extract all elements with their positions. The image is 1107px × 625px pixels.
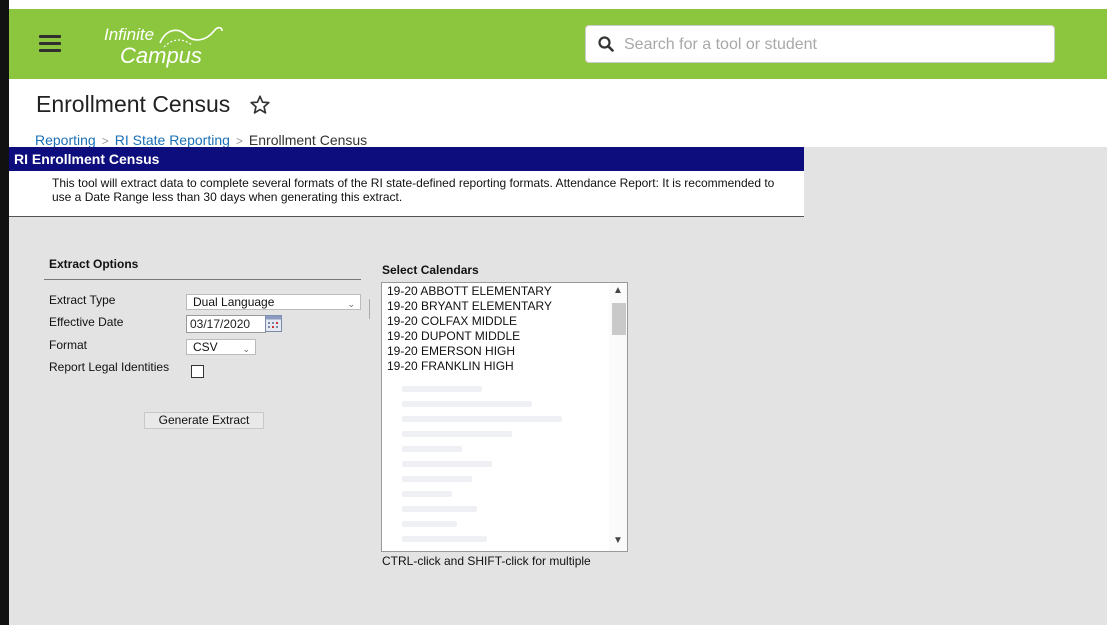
page-title: Enrollment Census <box>36 91 231 117</box>
favorite-star-icon[interactable] <box>249 94 271 116</box>
search-icon <box>598 36 614 52</box>
chevron-down-icon[interactable]: ▼ <box>613 535 623 546</box>
logo-swoosh-icon <box>159 26 223 48</box>
page-header: Enrollment Census Reporting > RI State Rep… <box>9 79 1107 148</box>
format-label: Format <box>49 338 88 352</box>
blurred-list-item <box>402 536 487 542</box>
report-legal-identities-checkbox[interactable] <box>191 365 204 378</box>
chevron-up-icon[interactable]: ▲ <box>613 285 623 296</box>
breadcrumb-ri-state-reporting[interactable]: RI State Reporting <box>115 132 230 148</box>
effective-date-label: Effective Date <box>49 315 124 329</box>
tool-description: This tool will extract data to complete … <box>52 176 775 204</box>
logo-line1: Infinite <box>104 25 155 44</box>
search-input[interactable] <box>622 32 1046 58</box>
extract-options-title: Extract Options <box>49 257 139 271</box>
divider <box>44 279 361 280</box>
list-item[interactable]: 19-20 COLFAX MIDDLE <box>387 314 517 328</box>
window-left-edge <box>0 0 9 625</box>
blurred-list-item <box>402 461 492 467</box>
tool-header: RI Enrollment Census <box>9 147 804 171</box>
list-item[interactable]: 19-20 BRYANT ELEMENTARY <box>387 299 552 313</box>
tool-panel: RI Enrollment Census This tool will extr… <box>9 147 804 217</box>
effective-date-input[interactable]: 03/17/2020 <box>186 315 266 333</box>
generate-extract-button[interactable]: Generate Extract <box>144 412 264 429</box>
calendar-icon[interactable] <box>265 315 282 332</box>
extract-type-select[interactable]: Dual Language ⌄ <box>186 294 361 310</box>
breadcrumb-separator-icon: > <box>101 134 109 148</box>
breadcrumb-current: Enrollment Census <box>248 132 368 148</box>
list-item[interactable]: 19-20 DUPONT MIDDLE <box>387 329 520 343</box>
blurred-list-item <box>402 506 477 512</box>
extract-type-value: Dual Language <box>193 295 275 309</box>
report-legal-identities-label: Report Legal Identities <box>49 360 170 374</box>
tool-area: RI Enrollment Census This tool will extr… <box>9 147 1107 625</box>
list-item[interactable]: 19-20 EMERSON HIGH <box>387 344 515 358</box>
chevron-down-icon: ⌄ <box>347 299 355 309</box>
scrollbar[interactable]: ▲ ▼ <box>609 283 627 551</box>
blurred-list-item <box>402 446 462 452</box>
blurred-list-item <box>402 521 457 527</box>
extract-type-label: Extract Type <box>49 293 116 307</box>
blurred-list-item <box>402 476 472 482</box>
blurred-list-item <box>402 416 562 422</box>
format-value: CSV <box>193 340 218 354</box>
format-select[interactable]: CSV ⌄ <box>186 339 256 355</box>
top-bar: Infinite Campus <box>9 9 1107 79</box>
app: Infinite Campus Enrollment Census Report… <box>9 9 1107 625</box>
list-item[interactable]: 19-20 FRANKLIN HIGH <box>387 359 514 373</box>
blurred-list-item <box>402 401 532 407</box>
scrollbar-thumb[interactable] <box>612 303 626 335</box>
breadcrumb-separator-icon: > <box>235 134 243 148</box>
breadcrumb: Reporting > RI State Reporting > Enrollment … <box>35 132 367 148</box>
breadcrumb-reporting[interactable]: Reporting <box>35 132 96 148</box>
logo[interactable]: Infinite Campus <box>104 21 234 71</box>
window-top-edge <box>0 0 1107 9</box>
multi-select-hint: CTRL-click and SHIFT-click for multiple <box>382 554 591 568</box>
search-box[interactable] <box>585 25 1055 63</box>
list-item[interactable]: 19-20 ABBOTT ELEMENTARY <box>387 284 552 298</box>
blurred-list-item <box>402 431 512 437</box>
blurred-list-item <box>402 491 452 497</box>
blurred-list-item <box>402 386 482 392</box>
calendar-listbox[interactable]: 19-20 ABBOTT ELEMENTARY 19-20 BRYANT ELE… <box>381 282 628 552</box>
select-calendars-title: Select Calendars <box>382 263 479 277</box>
divider <box>9 216 804 217</box>
chevron-down-icon: ⌄ <box>242 344 250 354</box>
menu-icon[interactable] <box>39 35 61 53</box>
divider <box>369 299 370 319</box>
